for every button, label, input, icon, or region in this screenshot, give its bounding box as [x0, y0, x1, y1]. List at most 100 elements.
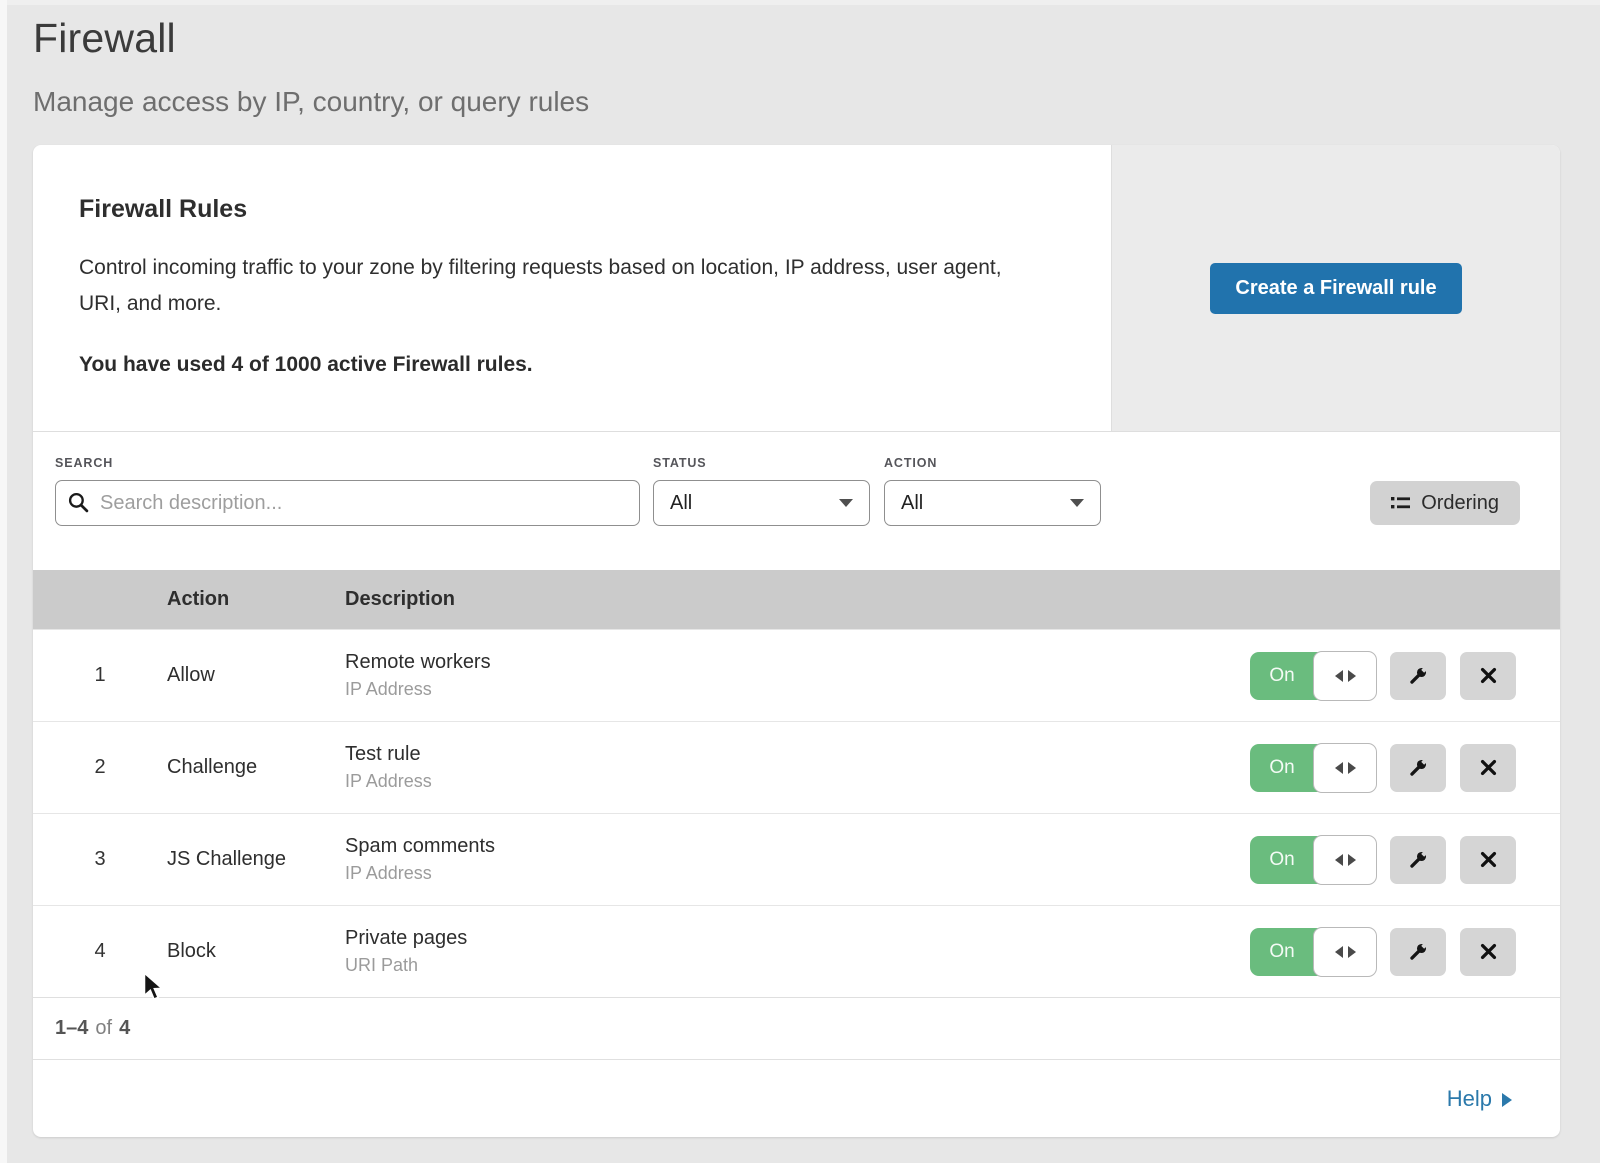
action-group: ACTION All — [884, 456, 1101, 526]
arrow-left-icon — [1335, 670, 1343, 682]
table-row: 2 Challenge Test rule IP Address On — [33, 721, 1560, 813]
arrow-left-icon — [1335, 762, 1343, 774]
rule-match-type: IP Address — [345, 679, 1230, 700]
usage-summary: You have used 4 of 1000 active Firewall … — [79, 353, 1065, 377]
arrow-left-icon — [1335, 854, 1343, 866]
pagination-of: of — [95, 1017, 112, 1040]
search-field-wrap — [55, 480, 640, 526]
list-ordering-icon — [1391, 496, 1410, 511]
ordering-button[interactable]: Ordering — [1370, 481, 1520, 525]
status-dropdown[interactable]: All — [653, 480, 870, 526]
close-icon — [1479, 850, 1498, 869]
rule-description: Spam comments — [345, 835, 1230, 858]
close-icon — [1479, 942, 1498, 961]
rule-match-type: IP Address — [345, 771, 1230, 792]
rules-table-header: Action Description — [33, 570, 1560, 629]
edit-rule-button[interactable] — [1390, 836, 1446, 884]
search-input[interactable] — [55, 480, 640, 526]
filter-bar: SEARCH STATUS All ACTION — [33, 432, 1560, 570]
rule-match-type: URI Path — [345, 955, 1230, 976]
pagination-summary: 1–4 of 4 — [33, 997, 1560, 1059]
toggle-on-label: On — [1250, 928, 1314, 976]
rule-description-cell: Private pages URI Path — [345, 927, 1230, 976]
rule-controls: On — [1230, 836, 1560, 884]
search-group: SEARCH — [55, 456, 640, 526]
delete-rule-button[interactable] — [1460, 744, 1516, 792]
action-dropdown[interactable]: All — [884, 480, 1101, 526]
wrench-icon — [1407, 757, 1429, 779]
rule-action: JS Challenge — [167, 848, 345, 871]
rule-priority: 4 — [33, 940, 167, 963]
column-header-action: Action — [167, 588, 345, 611]
firewall-rules-intro: Firewall Rules Control incoming traffic … — [33, 145, 1560, 432]
search-icon — [68, 492, 89, 513]
wrench-icon — [1407, 849, 1429, 871]
delete-rule-button[interactable] — [1460, 836, 1516, 884]
table-row: 1 Allow Remote workers IP Address On — [33, 629, 1560, 721]
rule-action: Allow — [167, 664, 345, 687]
status-label: STATUS — [653, 456, 870, 470]
rule-enabled-toggle[interactable]: On — [1250, 928, 1376, 976]
rule-description: Test rule — [345, 743, 1230, 766]
edit-rule-button[interactable] — [1390, 652, 1446, 700]
rule-description: Private pages — [345, 927, 1230, 950]
wrench-icon — [1407, 941, 1429, 963]
help-link-label: Help — [1447, 1086, 1492, 1112]
rule-controls: On — [1230, 744, 1560, 792]
toggle-knob[interactable] — [1313, 927, 1377, 977]
arrow-right-icon — [1502, 1093, 1512, 1107]
toggle-knob[interactable] — [1313, 835, 1377, 885]
status-group: STATUS All — [653, 456, 870, 526]
close-icon — [1479, 758, 1498, 777]
delete-rule-button[interactable] — [1460, 652, 1516, 700]
rule-description-cell: Remote workers IP Address — [345, 651, 1230, 700]
column-header-description: Description — [345, 588, 1230, 611]
card-footer: Help — [33, 1059, 1560, 1137]
edit-rule-button[interactable] — [1390, 928, 1446, 976]
pagination-range: 1–4 — [55, 1017, 88, 1040]
create-rule-panel: Create a Firewall rule — [1112, 145, 1560, 431]
page-title: Firewall — [33, 12, 1560, 62]
table-row: 4 Block Private pages URI Path On — [33, 905, 1560, 997]
close-icon — [1479, 666, 1498, 685]
firewall-page: Firewall Manage access by IP, country, o… — [0, 0, 1600, 1137]
page-subtitle: Manage access by IP, country, or query r… — [33, 86, 1560, 118]
rule-controls: On — [1230, 928, 1560, 976]
search-label: SEARCH — [55, 456, 640, 470]
action-label: ACTION — [884, 456, 1101, 470]
create-firewall-rule-button[interactable]: Create a Firewall rule — [1210, 263, 1461, 314]
status-selected-value: All — [670, 492, 692, 515]
toggle-knob[interactable] — [1313, 743, 1377, 793]
arrow-right-icon — [1348, 670, 1356, 682]
rule-enabled-toggle[interactable]: On — [1250, 836, 1376, 884]
rule-enabled-toggle[interactable]: On — [1250, 652, 1376, 700]
arrow-left-icon — [1335, 946, 1343, 958]
arrow-right-icon — [1348, 762, 1356, 774]
rule-action: Challenge — [167, 756, 345, 779]
ordering-button-label: Ordering — [1421, 492, 1499, 515]
pagination-total: 4 — [119, 1017, 130, 1040]
card-description: Control incoming traffic to your zone by… — [79, 250, 1024, 322]
action-selected-value: All — [901, 492, 923, 515]
arrow-right-icon — [1348, 946, 1356, 958]
rule-action: Block — [167, 940, 345, 963]
chevron-down-icon — [1070, 499, 1084, 507]
delete-rule-button[interactable] — [1460, 928, 1516, 976]
firewall-rules-card: Firewall Rules Control incoming traffic … — [33, 145, 1560, 1137]
toggle-on-label: On — [1250, 744, 1314, 792]
rule-priority: 1 — [33, 664, 167, 687]
rule-description: Remote workers — [345, 651, 1230, 674]
wrench-icon — [1407, 665, 1429, 687]
card-title: Firewall Rules — [79, 195, 1065, 224]
rule-controls: On — [1230, 652, 1560, 700]
toggle-knob[interactable] — [1313, 651, 1377, 701]
edit-rule-button[interactable] — [1390, 744, 1446, 792]
rule-enabled-toggle[interactable]: On — [1250, 744, 1376, 792]
help-link[interactable]: Help — [1447, 1086, 1512, 1112]
rule-priority: 3 — [33, 848, 167, 871]
rule-description-cell: Test rule IP Address — [345, 743, 1230, 792]
toggle-on-label: On — [1250, 836, 1314, 884]
rule-match-type: IP Address — [345, 863, 1230, 884]
table-row: 3 JS Challenge Spam comments IP Address … — [33, 813, 1560, 905]
rule-priority: 2 — [33, 756, 167, 779]
